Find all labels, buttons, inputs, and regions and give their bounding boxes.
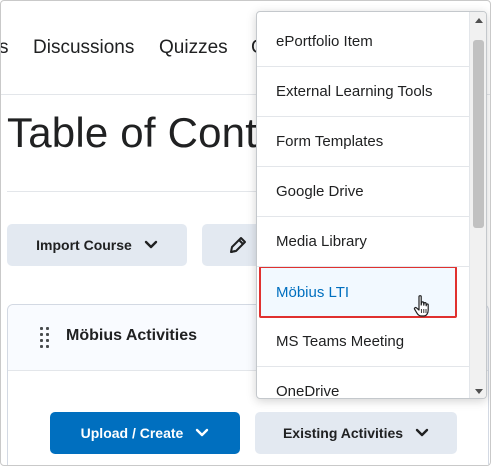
existing-activities-button[interactable]: Existing Activities	[255, 412, 457, 454]
menu-item-mobius-lti[interactable]: Möbius LTI	[257, 267, 469, 317]
upload-create-label: Upload / Create	[80, 425, 184, 441]
chevron-down-icon	[415, 428, 429, 437]
scroll-thumb[interactable]	[473, 40, 484, 228]
module-title: Möbius Activities	[66, 327, 197, 344]
menu-list: ePortfolio Item External Learning Tools …	[257, 12, 469, 398]
menu-item-google-drive[interactable]: Google Drive	[257, 167, 469, 217]
menu-scrollbar[interactable]	[469, 12, 486, 398]
menu-item-ms-teams-meeting[interactable]: MS Teams Meeting	[257, 317, 469, 367]
page-title: Table of Conte	[7, 109, 281, 156]
menu-item-eportfolio[interactable]: ePortfolio Item	[257, 17, 469, 67]
chevron-down-icon	[196, 428, 209, 437]
menu-item-onedrive[interactable]: OneDrive	[257, 367, 469, 398]
scroll-down-icon[interactable]	[475, 389, 483, 394]
pencil-icon	[230, 237, 246, 253]
menu-item-media-library[interactable]: Media Library	[257, 217, 469, 267]
hand-pointer-icon	[413, 295, 429, 317]
existing-activities-menu: ePortfolio Item External Learning Tools …	[256, 11, 487, 399]
chevron-down-icon	[144, 240, 158, 249]
drag-handle-icon[interactable]	[40, 327, 52, 349]
nav-item-quizzes[interactable]: Quizzes	[159, 37, 228, 59]
nav-item-discussions[interactable]: Discussions	[33, 37, 134, 59]
menu-item-external-learning-tools[interactable]: External Learning Tools	[257, 67, 469, 117]
existing-activities-label: Existing Activities	[282, 425, 404, 441]
scroll-up-icon[interactable]	[475, 18, 483, 23]
menu-item-form-templates[interactable]: Form Templates	[257, 117, 469, 167]
upload-create-button[interactable]: Upload / Create	[50, 412, 240, 454]
nav-item-partial[interactable]: s	[1, 37, 9, 59]
app-window: s Discussions Quizzes C Table of Conte I…	[0, 0, 491, 466]
import-course-button[interactable]: Import Course	[7, 224, 187, 266]
import-course-label: Import Course	[36, 237, 132, 253]
